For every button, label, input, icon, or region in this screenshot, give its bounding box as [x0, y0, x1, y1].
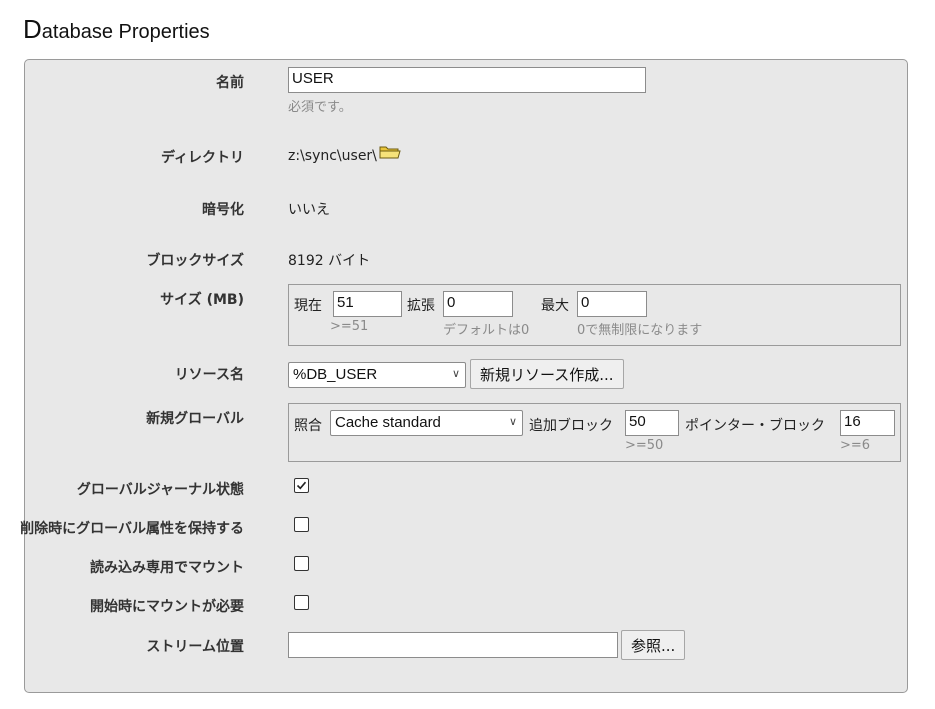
- pointer-block-hint: >=6: [840, 438, 871, 453]
- resource-label: リソース名: [174, 367, 244, 383]
- resource-select[interactable]: %DB_USER ∨: [288, 362, 466, 388]
- name-label: 名前: [216, 75, 244, 91]
- mount-required-checkbox[interactable]: [294, 595, 309, 610]
- chevron-down-icon: ∨: [451, 368, 460, 380]
- extra-block-hint: >=50: [625, 438, 664, 453]
- extra-block-input[interactable]: 50: [625, 410, 679, 436]
- mount-required-label: 開始時にマウントが必要: [90, 599, 244, 615]
- new-global-label: 新規グローバル: [146, 411, 244, 427]
- size-max-label: 最大: [541, 298, 569, 314]
- collation-select[interactable]: Cache standard ∨: [330, 410, 523, 436]
- mount-readonly-checkbox[interactable]: [294, 556, 309, 571]
- pointer-block-label: ポインター・ブロック: [685, 418, 825, 434]
- collation-select-value: Cache standard: [335, 414, 441, 431]
- block-size-label: ブロックサイズ: [146, 253, 244, 269]
- size-group: 現在 51 >=51 拡張 0 デフォルトは0 最大 0 0で無制限になります: [288, 284, 901, 346]
- size-expand-hint: デフォルトは0: [443, 323, 530, 338]
- global-journal-label: グローバルジャーナル状態: [76, 482, 244, 498]
- name-hint: 必須です。: [288, 100, 352, 115]
- pointer-block-input[interactable]: 16: [840, 410, 895, 436]
- directory-value: z:\sync\user\: [288, 148, 377, 164]
- size-label: サイズ (MB): [160, 292, 244, 308]
- folder-icon[interactable]: [379, 144, 401, 164]
- size-current-hint: >=51: [330, 319, 369, 334]
- global-journal-checkbox[interactable]: [294, 478, 309, 493]
- size-expand-label: 拡張: [407, 298, 435, 314]
- page-title: Database Properties: [23, 14, 210, 44]
- size-current-label: 現在: [294, 298, 322, 314]
- chevron-down-icon: ∨: [508, 416, 517, 428]
- size-expand-input[interactable]: 0: [443, 291, 513, 317]
- new-global-group: 照合 Cache standard ∨ 追加ブロック 50 >=50 ポインター…: [288, 403, 901, 462]
- mount-readonly-label: 読み込み専用でマウント: [90, 560, 244, 576]
- stream-location-input[interactable]: [288, 632, 618, 658]
- extra-block-label: 追加ブロック: [529, 418, 613, 434]
- browse-button[interactable]: 参照...: [621, 630, 686, 660]
- encryption-value: いいえ: [288, 202, 330, 218]
- properties-panel: 名前 USER 必須です。 ディレクトリ z:\sync\user\ 暗号化 い…: [20, 59, 908, 693]
- checkmark-icon: [296, 481, 307, 490]
- size-max-input[interactable]: 0: [577, 291, 647, 317]
- preserve-global-label: 削除時にグローバル属性を保持する: [20, 521, 244, 537]
- size-current-input[interactable]: 51: [333, 291, 402, 317]
- resource-select-value: %DB_USER: [293, 366, 378, 383]
- block-size-value: 8192 バイト: [288, 253, 371, 269]
- preserve-global-checkbox[interactable]: [294, 517, 309, 532]
- collation-label: 照合: [294, 418, 322, 434]
- name-input[interactable]: USER: [288, 67, 646, 93]
- size-max-hint: 0で無制限になります: [577, 323, 703, 338]
- encryption-label: 暗号化: [202, 202, 244, 218]
- directory-label: ディレクトリ: [160, 150, 244, 166]
- new-resource-button[interactable]: 新規リソース作成...: [470, 359, 624, 389]
- stream-location-label: ストリーム位置: [146, 639, 244, 655]
